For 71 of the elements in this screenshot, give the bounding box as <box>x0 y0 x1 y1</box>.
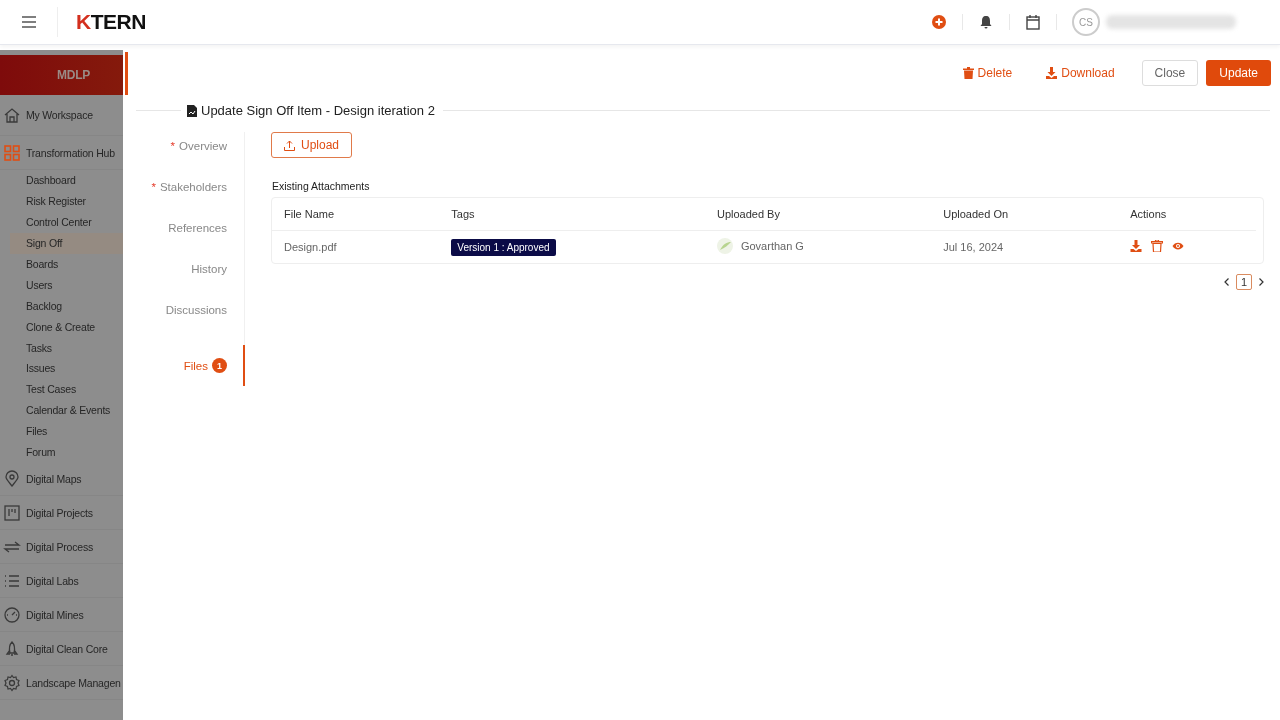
section-tab[interactable]: References <box>123 222 245 263</box>
sidebar-subitem[interactable]: Forum <box>0 441 123 463</box>
sidebar-subitem[interactable]: Risk Register <box>0 190 123 212</box>
rocket-icon <box>3 639 21 658</box>
trash-icon[interactable] <box>1151 240 1164 252</box>
user-avatar-icon <box>716 238 733 254</box>
sidebar-item[interactable]: Digital Projects <box>26 506 93 519</box>
column-header: Uploaded On <box>931 198 1119 231</box>
sidebar-subitem[interactable]: Calendar & Events <box>0 399 123 421</box>
count-badge: 1 <box>212 358 227 373</box>
sidebar-subitem[interactable]: Boards <box>0 253 123 275</box>
page-button[interactable]: 1 <box>1236 274 1252 290</box>
logo: KTERN <box>76 10 146 34</box>
next-page-icon[interactable] <box>1256 277 1266 287</box>
grid-icon <box>3 143 21 162</box>
add-icon[interactable] <box>931 14 947 30</box>
column-header: File Name <box>272 198 440 231</box>
settings-icon <box>3 673 21 692</box>
sidebar-subitem[interactable]: Backlog <box>0 295 123 317</box>
uploader-name: Govarthan G <box>740 240 804 252</box>
sidebar-item[interactable]: Transformation Hub <box>26 146 115 159</box>
sidebar-subitem[interactable]: Test Cases <box>0 378 123 400</box>
sidebar-subitem[interactable]: Sign Off <box>10 232 123 254</box>
close-button[interactable]: Close <box>1141 60 1199 86</box>
board-icon <box>3 503 21 522</box>
section-tab[interactable]: Discussions <box>123 304 245 345</box>
sidebar-subitem[interactable]: Files <box>0 420 123 442</box>
sidebar-item[interactable]: Digital Clean Core <box>26 642 108 655</box>
update-button[interactable]: Update <box>1206 60 1271 86</box>
section-heading: Existing Attachments <box>272 180 371 192</box>
section-tab[interactable]: Files 1 <box>123 345 245 386</box>
calendar-icon[interactable] <box>1025 14 1041 30</box>
gauge-icon <box>3 605 21 624</box>
column-header: Uploaded By <box>704 198 932 231</box>
sidebar-item[interactable]: Landscape Managen <box>26 676 121 689</box>
location-pin-icon <box>3 469 21 488</box>
sidebar-item[interactable]: Digital Maps <box>26 472 82 485</box>
upload-icon <box>284 139 295 151</box>
eye-icon[interactable] <box>1172 240 1185 252</box>
download-button[interactable]: Download <box>1033 60 1128 86</box>
column-header: Actions <box>1118 198 1256 231</box>
home-icon <box>3 106 21 124</box>
sidebar-subitem[interactable]: Users <box>0 274 123 296</box>
sidebar-subitem[interactable]: Tasks <box>0 337 123 358</box>
upload-button[interactable]: Upload <box>271 132 353 158</box>
file-name: Design.pdf <box>284 241 337 253</box>
section-tab[interactable]: * Stakeholders <box>123 181 245 222</box>
sidebar-subitem[interactable]: Clone & Create <box>0 316 123 338</box>
project-header: MDLP <box>0 55 123 95</box>
page-title: Update Sign Off Item - Design iteration 2 <box>201 103 435 118</box>
sidebar-item[interactable]: My Workspace <box>26 109 93 121</box>
section-tab[interactable]: History <box>123 263 245 304</box>
tag: Version 1 : Approved <box>451 239 556 256</box>
menu-icon[interactable] <box>21 15 37 29</box>
sidebar-item[interactable]: Digital Labs <box>26 574 79 587</box>
sidebar-item[interactable]: Digital Mines <box>26 608 84 621</box>
user-avatar[interactable]: CS <box>1072 8 1100 36</box>
sidebar-subitem[interactable]: Dashboard <box>0 170 123 191</box>
delete-button[interactable]: Delete <box>949 60 1026 86</box>
sidebar-subitem[interactable]: Control Center <box>0 211 123 233</box>
sidebar-subitem[interactable]: Issues <box>0 358 123 379</box>
column-header: Tags <box>439 198 705 231</box>
section-tab[interactable]: * Overview <box>123 140 245 181</box>
document-icon <box>187 104 197 117</box>
download-icon <box>1046 67 1058 79</box>
trash-icon <box>962 67 974 79</box>
bell-icon[interactable] <box>978 14 994 30</box>
sidebar-item[interactable]: Digital Process <box>26 540 94 553</box>
download-icon[interactable] <box>1130 240 1143 252</box>
upload-date: Jul 16, 2024 <box>943 241 1004 253</box>
previous-page-icon[interactable] <box>1222 277 1232 287</box>
